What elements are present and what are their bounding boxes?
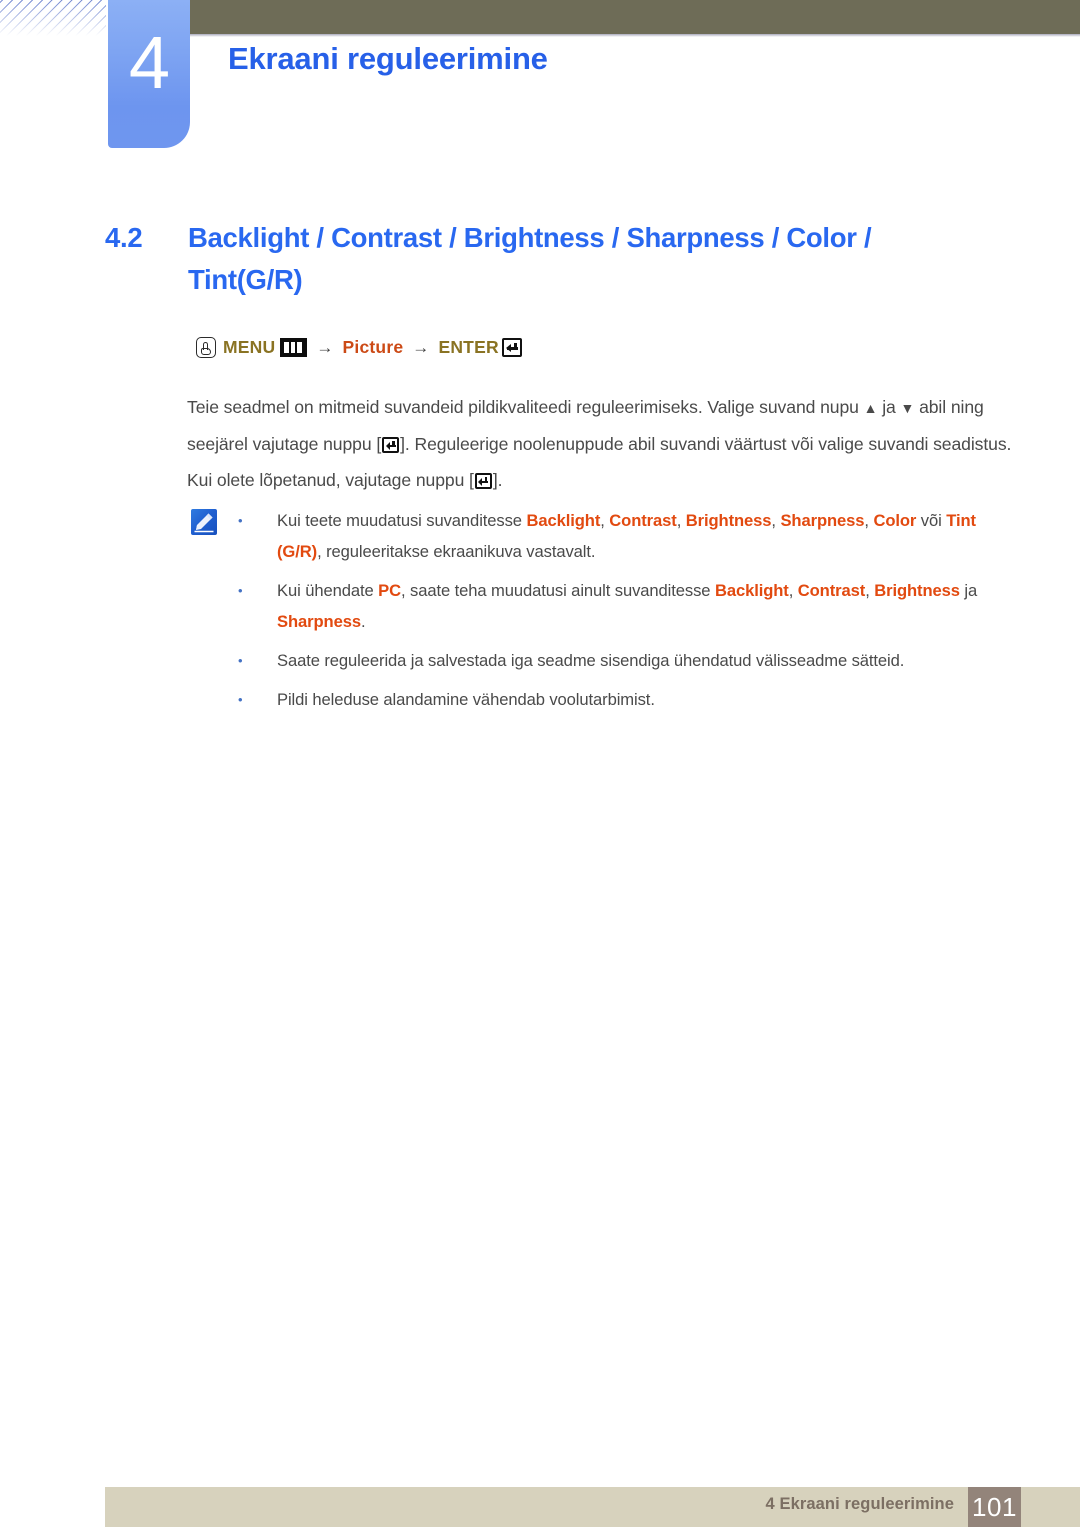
up-arrow-icon: ▲	[863, 400, 878, 416]
highlighted-term: Backlight	[526, 511, 601, 530]
intro-paragraph: Teie seadmel on mitmeid suvandeid pildik…	[187, 389, 1015, 498]
menu-button-icon	[280, 338, 308, 357]
footer-page-number: 101	[968, 1487, 1021, 1527]
highlighted-term: Contrast	[797, 581, 866, 600]
note-item: • Kui teete muudatusi suvanditesse Backli…	[232, 505, 1022, 567]
note-item: • Saate reguleerida ja salvestada iga sea…	[232, 645, 1022, 676]
chapter-title: Ekraani reguleerimine	[228, 41, 548, 76]
note-text-segment: Pildi heleduse alandamine vähendab voolu…	[277, 690, 655, 709]
note-text-segment: Kui ühendate	[277, 581, 379, 600]
enter-key-icon-inline-1	[382, 437, 400, 453]
section-number: 4.2	[105, 222, 143, 253]
note-item-text: Kui teete muudatusi suvanditesse Backlig…	[277, 505, 1022, 567]
chapter-number: 4	[128, 20, 170, 104]
note-item: • Kui ühendate PC, saate teha muudatusi a…	[232, 575, 1022, 637]
bullet-icon: •	[238, 583, 243, 598]
note-text-segment: Saate reguleerida ja salvestada iga sead…	[277, 651, 905, 670]
highlighted-term: Sharpness	[780, 511, 865, 530]
note-item-text: Kui ühendate PC, saate teha muudatusi ai…	[277, 575, 1022, 637]
note-text-segment: ,	[676, 511, 686, 530]
highlighted-term: Color	[873, 511, 917, 530]
down-arrow-icon: ▼	[900, 400, 915, 416]
paragraph-part-3: ].	[492, 470, 503, 490]
note-text-segment: Kui teete muudatusi suvanditesse	[277, 511, 527, 530]
highlighted-term: Backlight	[714, 581, 789, 600]
paragraph-part-1: Teie seadmel on mitmeid suvandeid pildik…	[187, 397, 859, 417]
menu-path-breadcrumb: MENU → Picture → ENTER	[196, 337, 522, 358]
bullet-icon: •	[238, 653, 243, 668]
arrow-right-icon-2: →	[412, 337, 430, 357]
hand-press-icon	[196, 337, 216, 358]
decorative-hatch-pattern	[0, 0, 106, 36]
highlighted-term: Sharpness	[277, 612, 361, 631]
note-text-segment: ja	[959, 581, 978, 600]
bullet-icon: •	[238, 692, 243, 707]
highlighted-term: Brightness	[685, 511, 772, 530]
note-text-segment: .	[360, 612, 366, 631]
note-list: • Kui teete muudatusi suvanditesse Backli…	[232, 505, 1022, 723]
highlighted-term: Brightness	[874, 581, 960, 600]
note-text-segment: , reguleeritakse ekraanikuva vastavalt.	[317, 542, 596, 561]
note-pencil-icon	[191, 509, 217, 535]
note-item-text: Pildi heleduse alandamine vähendab voolu…	[277, 684, 1022, 715]
arrow-right-icon-1: →	[316, 337, 334, 357]
highlighted-term: PC	[378, 581, 401, 600]
bullet-icon: •	[238, 513, 243, 528]
section-title: Backlight / Contrast / Brightness / Shar…	[188, 222, 872, 295]
note-text-segment: ,	[788, 581, 798, 600]
note-item-text: Saate reguleerida ja salvestada iga sead…	[277, 645, 1022, 676]
picture-label: Picture	[342, 337, 404, 357]
header-band-shadow	[186, 34, 1080, 37]
paragraph-mid-1: ja	[882, 397, 896, 417]
menu-label: MENU	[223, 337, 276, 357]
note-item: • Pildi heleduse alandamine vähendab vool…	[232, 684, 1022, 715]
note-text-segment: ,	[865, 581, 875, 600]
enter-key-icon-inline-2	[474, 473, 492, 489]
highlighted-term: Contrast	[609, 511, 677, 530]
enter-label: ENTER	[438, 337, 499, 357]
header-band	[186, 0, 1080, 34]
note-text-segment: , saate teha muudatusi ainult suvandites…	[400, 581, 715, 600]
note-text-segment: või	[916, 511, 947, 530]
note-text-segment: ,	[600, 511, 610, 530]
footer-chapter-label: 4 Ekraani reguleerimine	[765, 1495, 954, 1513]
section-heading: 4.2 Backlight / Contrast / Brightness / S…	[105, 217, 1005, 301]
enter-key-icon	[501, 338, 522, 357]
